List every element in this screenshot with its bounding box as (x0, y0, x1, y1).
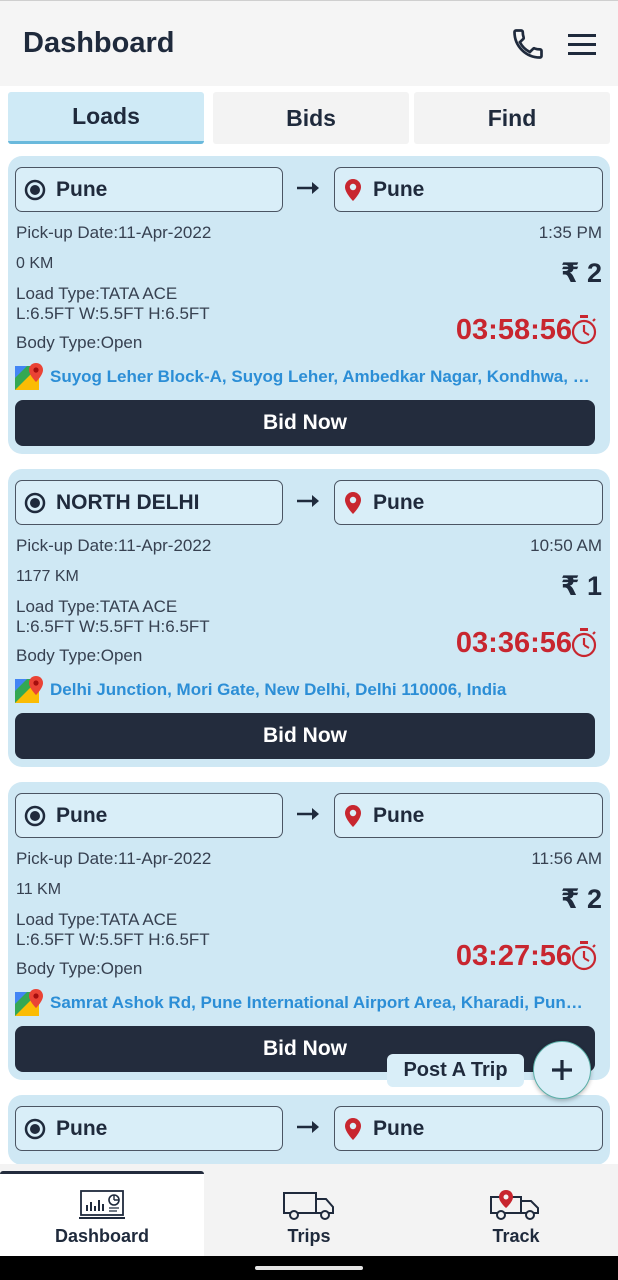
home-gesture-handle[interactable] (255, 1266, 363, 1270)
body-type: Body Type:Open (16, 646, 143, 665)
distance: 0 KM (16, 255, 54, 272)
nav-trips-label: Trips (287, 1226, 331, 1246)
destination-field[interactable]: Pune (334, 1106, 603, 1151)
track-truck-icon (490, 1190, 539, 1220)
system-navigation-bar (0, 1256, 618, 1280)
bid-now-button[interactable]: Bid Now (15, 400, 595, 446)
price: ₹ 1 (560, 571, 602, 601)
countdown-timer: 03:27:56 (455, 940, 572, 972)
google-maps-icon[interactable] (15, 675, 45, 705)
nav-track[interactable]: Track (414, 1174, 618, 1256)
bottom-navigation: Dashboard Trips Track (0, 1164, 618, 1256)
stopwatch-icon (571, 628, 597, 658)
price: ₹ 2 (560, 884, 602, 914)
dimensions: L:6.5FT W:5.5FT H:6.5FT (16, 304, 210, 323)
menu-icon[interactable] (566, 32, 598, 58)
countdown-timer: 03:36:56 (455, 627, 572, 659)
destination-field[interactable]: Pune (334, 793, 603, 838)
origin-radio-icon (24, 179, 46, 200)
destination-name: Pune (373, 177, 425, 201)
phone-icon[interactable] (510, 26, 546, 62)
arrow-right-icon (297, 182, 319, 194)
origin-field[interactable]: Pune (15, 793, 283, 838)
body-type: Body Type:Open (16, 959, 143, 978)
arrow-right-icon (297, 495, 319, 507)
nav-dashboard-label: Dashboard (54, 1226, 150, 1246)
tab-bids[interactable]: Bids (213, 92, 409, 144)
dimensions: L:6.5FT W:5.5FT H:6.5FT (16, 617, 210, 636)
origin-field[interactable]: NORTH DELHI (15, 480, 283, 525)
load-type: Load Type:TATA ACE (16, 597, 178, 616)
pickup-address[interactable]: Delhi Junction, Mori Gate, New Delhi, De… (50, 680, 590, 700)
google-maps-icon[interactable] (15, 988, 45, 1018)
destination-name: Pune (373, 490, 425, 514)
location-pin-icon (345, 804, 361, 827)
pickup-date: Pick-up Date:11-Apr-2022 (16, 223, 212, 242)
origin-radio-icon (24, 1118, 46, 1139)
nav-trips[interactable]: Trips (207, 1174, 411, 1256)
origin-name: Pune (56, 1116, 108, 1140)
nav-dashboard[interactable]: Dashboard (0, 1174, 204, 1256)
load-card: Pune Pune Pick-up Date:11-Apr-2022 1:35 … (8, 156, 610, 454)
distance: 1177 KM (16, 568, 79, 585)
origin-radio-icon (24, 805, 46, 826)
location-pin-icon (345, 178, 361, 201)
app-screen: Dashboard Loads Bids Find Pune Pune Pick (0, 0, 618, 1280)
load-card: NORTH DELHI Pune Pick-up Date:11-Apr-202… (8, 469, 610, 767)
pickup-address[interactable]: Samrat Ashok Rd, Pune International Airp… (50, 993, 590, 1013)
location-pin-icon (345, 1117, 361, 1140)
pickup-date: Pick-up Date:11-Apr-2022 (16, 849, 212, 868)
stopwatch-icon (571, 315, 597, 345)
pickup-time: 10:50 AM (530, 536, 602, 555)
load-type: Load Type:TATA ACE (16, 284, 178, 303)
page-title: Dashboard (23, 27, 175, 59)
post-trip-label[interactable]: Post A Trip (387, 1054, 524, 1087)
price: ₹ 2 (560, 258, 602, 288)
origin-field[interactable]: Pune (15, 167, 283, 212)
pickup-time: 1:35 PM (538, 223, 602, 242)
google-maps-icon[interactable] (15, 362, 45, 392)
plus-icon (552, 1060, 572, 1080)
dimensions: L:6.5FT W:5.5FT H:6.5FT (16, 930, 210, 949)
load-card: Pune Pune (8, 1095, 610, 1164)
location-pin-icon (345, 491, 361, 514)
pickup-date: Pick-up Date:11-Apr-2022 (16, 536, 212, 555)
nav-track-label: Track (492, 1226, 540, 1246)
tab-loads[interactable]: Loads (8, 92, 204, 144)
load-card: Pune Pune Pick-up Date:11-Apr-2022 11:56… (8, 782, 610, 1080)
post-trip-button[interactable] (533, 1041, 591, 1099)
origin-name: Pune (56, 177, 108, 201)
countdown-timer: 03:58:56 (455, 314, 572, 346)
pickup-time: 11:56 AM (531, 849, 602, 868)
bid-now-button[interactable]: Bid Now (15, 713, 595, 759)
origin-radio-icon (24, 492, 46, 513)
truck-icon (283, 1192, 334, 1220)
origin-name: Pune (56, 803, 108, 827)
arrow-right-icon (297, 808, 319, 820)
origin-field[interactable]: Pune (15, 1106, 283, 1151)
origin-name: NORTH DELHI (56, 490, 200, 514)
body-type: Body Type:Open (16, 333, 143, 352)
distance: 11 KM (16, 881, 62, 898)
destination-field[interactable]: Pune (334, 480, 603, 525)
arrow-right-icon (297, 1121, 319, 1133)
pickup-address[interactable]: Suyog Leher Block-A, Suyog Leher, Ambedk… (50, 367, 590, 387)
stopwatch-icon (571, 941, 597, 971)
destination-name: Pune (373, 803, 425, 827)
load-type: Load Type:TATA ACE (16, 910, 178, 929)
load-list[interactable]: Pune Pune Pick-up Date:11-Apr-2022 1:35 … (0, 146, 618, 1164)
destination-field[interactable]: Pune (334, 167, 603, 212)
app-bar: Dashboard (0, 0, 618, 86)
destination-name: Pune (373, 1116, 425, 1140)
tab-bar: Loads Bids Find (0, 92, 618, 144)
dashboard-icon (79, 1190, 125, 1219)
tab-find[interactable]: Find (414, 92, 610, 144)
